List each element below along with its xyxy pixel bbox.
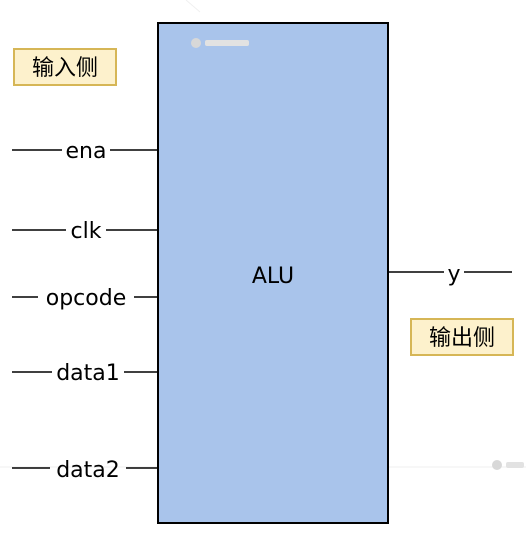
input-pin-ena: ena xyxy=(12,139,158,164)
background-guide-stroke xyxy=(185,0,201,13)
input-label-data2: data2 xyxy=(56,458,120,483)
input-side-note: 输入侧 xyxy=(13,48,117,86)
input-label-ena: ena xyxy=(66,139,107,164)
watermark-icon xyxy=(191,38,201,48)
alu-label: ALU xyxy=(252,264,294,289)
watermark-icon-2 xyxy=(492,460,502,470)
watermark-mark-2 xyxy=(506,462,524,468)
input-pin-data1: data1 xyxy=(12,361,158,386)
input-pin-clk: clk xyxy=(12,219,158,244)
output-pin-y: y xyxy=(388,262,512,287)
watermark-mark xyxy=(205,40,249,46)
input-label-data1: data1 xyxy=(56,361,120,386)
output-label-y: y xyxy=(447,262,460,287)
output-side-note: 输出侧 xyxy=(410,318,514,356)
input-pin-opcode: opcode xyxy=(12,286,158,311)
input-label-clk: clk xyxy=(71,219,102,244)
input-pin-data2: data2 xyxy=(12,458,158,483)
input-label-opcode: opcode xyxy=(46,286,126,311)
